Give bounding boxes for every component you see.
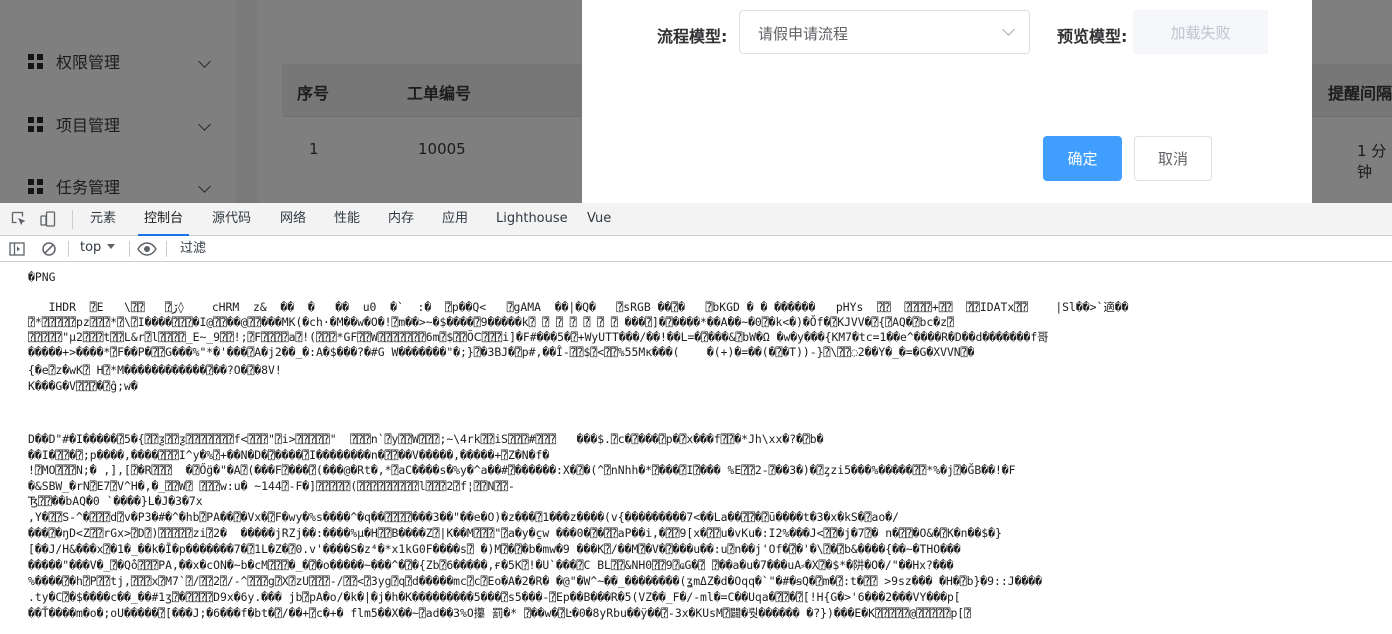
tab-network[interactable]: 网络 <box>280 203 306 235</box>
chevron-down-icon <box>1002 23 1015 36</box>
console-log-line: {�e⍰z�wK⍰ H⍰*M������������⍰��?O�⍰�8V! <box>28 363 282 377</box>
devtools-panel: 元素 控制台 源代码 网络 性能 内存 应用 Lighthouse Vue to… <box>0 203 1392 634</box>
sidebar-item-label: 任务管理 <box>56 178 121 197</box>
toolbar-divider <box>166 241 167 257</box>
chevron-down-icon <box>198 54 211 68</box>
table-cell-index: 1 <box>309 140 319 158</box>
table-cell-reminder-interval: 1 分钟 <box>1357 142 1387 181</box>
console-log-line: ���⍰�ŋD<Z⍰⍰rGx>⍰D⍰)⍰⍰⍰⍰⍰zi⍰2� �����jRZj�… <box>28 526 1002 540</box>
console-log-line: �PNG <box>28 270 56 284</box>
grid-menu-icon <box>28 116 43 132</box>
console-log-line: %����⍰�h⍰P⍰⍰tj,⍰⍰⍰x⍰M7`⍰/⍰⍰2⍰/-^⍰⍰⍰g⍰X⍰z… <box>28 574 1043 588</box>
flow-model-label: 流程模型: <box>657 27 728 46</box>
tab-sources[interactable]: 源代码 <box>212 203 251 235</box>
console-log-line: .ty�C⍰�$����c��_��#1ʒ⍰�⍰⍰⍰⍰D9x�6y.��� jb… <box>28 590 961 604</box>
console-log-line: K���G�V⍰⍰⍰�⍰ĝ;w� <box>28 379 138 393</box>
console-log-line: �&SBW_�rN⍰E7⍰V^H�,�_⍰⍰W⍰ ⍰⍰⍰w:u� ~144⍰-F… <box>28 479 515 493</box>
inspect-element-icon[interactable] <box>11 211 27 227</box>
confirm-button[interactable]: 确定 <box>1043 136 1122 181</box>
preview-model-box: 加载失败 <box>1133 10 1268 54</box>
console-toolbar: top <box>0 236 1392 262</box>
console-log-line: ��Ť����m�o�;oU�����⍰[���J;�6���f�bt�⍰/��… <box>28 606 972 620</box>
console-output: �PNG IHDR ⍰E \⍰⍰ ⍰ڒ◊ cHRM z& �� � �� u0 … <box>0 263 1392 634</box>
js-context-value: top <box>80 240 102 255</box>
sidebar: ​ 权限管理 项目管理 任务管理 <box>0 0 236 203</box>
console-log-line: IHDR ⍰E \⍰⍰ ⍰ڒ◊ cHRM z& �� � �� u0 �` :�… <box>28 300 1129 314</box>
sidebar-item-tasks[interactable]: 任务管理 <box>0 166 236 203</box>
flow-model-selected-value: 请假申请流程 <box>758 25 849 43</box>
chevron-down-icon <box>198 117 211 131</box>
toolbar-divider <box>68 241 69 257</box>
console-log-line: ⍰*⍰⍰⍰⍰⍰pz⍰⍰⍰*⍰\⍰I����⍰⍰⍰�I@⍰⍰��@⍰⍰���MK(… <box>28 315 954 329</box>
app-area: ​ 权限管理 项目管理 任务管理 序号 工单编号 提醒间隔 1 10005 1 … <box>0 0 1392 203</box>
console-log-line: Ꜩ⍰⍰��bAQ�0 `����}L�J�3�7x <box>28 494 203 508</box>
grid-menu-icon <box>28 53 43 69</box>
preview-model-label: 预览模型: <box>1057 27 1128 46</box>
device-toolbar-icon[interactable] <box>40 211 56 227</box>
sidebar-item-label: 权限管理 <box>56 53 121 72</box>
grid-menu-icon <box>28 178 43 194</box>
console-log-line: ��I�⍰⍰�⍰;p����,����⍰⍰⍰I^y�%⍰+��N�D�⍰����… <box>28 448 550 462</box>
tab-memory[interactable]: 内存 <box>388 203 414 235</box>
show-sidebar-icon[interactable] <box>9 241 25 257</box>
sidebar-item-partial[interactable]: ​ <box>0 0 236 22</box>
js-context-select[interactable]: top <box>80 240 116 255</box>
tab-application[interactable]: 应用 <box>442 203 468 235</box>
tab-vue[interactable]: Vue <box>587 203 611 235</box>
sidebar-item-permissions[interactable]: 权限管理 <box>0 41 236 81</box>
sidebar-item-label: 项目管理 <box>56 116 121 135</box>
tab-performance[interactable]: 性能 <box>334 203 360 235</box>
column-header-index: 序号 <box>297 84 330 103</box>
preview-status-text: 加载失败 <box>1170 24 1231 42</box>
console-log-line: ⍰⍰⍰⍰⍰"μ2⍰⍰⍰t⍰⍰L&r⍰l⍰⍰⍰⍰_E~_9⍰⍰!;⍰F⍰⍰⍰⍰a⍰… <box>28 330 1049 344</box>
console-log-line: D��D"#�I�����⍰5�{⍰⍰ƺ⍰⍰ƺ⍰⍰⍰⍰⍰⍰⍰f<⍰⍰⍰"⍰i>⍰… <box>28 432 824 446</box>
chevron-down-icon <box>198 179 211 193</box>
tab-lighthouse[interactable]: Lighthouse <box>496 203 568 235</box>
console-log-line: �����+>����*⍰F��P�⍰⍰G���%"*�'���⍰A�j2��_… <box>28 345 975 359</box>
cancel-button[interactable]: 取消 <box>1134 136 1212 181</box>
toolbar-divider <box>72 210 73 229</box>
tab-console[interactable]: 控制台 <box>137 203 190 236</box>
dropdown-arrow-icon <box>107 244 116 249</box>
toolbar-divider <box>129 241 130 257</box>
sidebar-item-projects[interactable]: 项目管理 <box>0 104 236 144</box>
flow-model-select[interactable]: 请假申请流程 <box>739 10 1030 54</box>
tab-elements[interactable]: 元素 <box>90 203 116 235</box>
column-header-ticket-no: 工单编号 <box>407 84 472 103</box>
table-cell-ticket-no: 10005 <box>418 140 466 158</box>
console-log-line: [��J/H&���x⍰�1�_��k�Ĩ�p�������7�⍰1L�Z�⍰0… <box>28 542 961 556</box>
live-expression-eye-icon[interactable] <box>137 241 157 257</box>
devtools-tab-bar: 元素 控制台 源代码 网络 性能 内存 应用 Lighthouse Vue <box>0 203 1392 236</box>
column-header-reminder-interval: 提醒间隔 <box>1328 84 1392 103</box>
console-log-line: !⍰MO⍰⍰⍰N;� ,],[⍰�R⍰⍰⍰ �⍰Ő̈g�"�A⍰(���F⍰��… <box>28 463 1016 477</box>
console-log-line: ,Y�⍰⍰S-^�⍰⍰⍰d⍰v�P3�#�^�hb⍰PA��⍰�Vx�⍰F�wy… <box>28 510 899 524</box>
console-log-line: �����"���V�_⍰�Qo̐⍰⍰⍰PA,��x�cON�~b�cM⍰⍰⍰�… <box>28 558 954 572</box>
console-filter-input[interactable] <box>174 238 574 259</box>
clear-console-icon[interactable] <box>41 241 57 257</box>
